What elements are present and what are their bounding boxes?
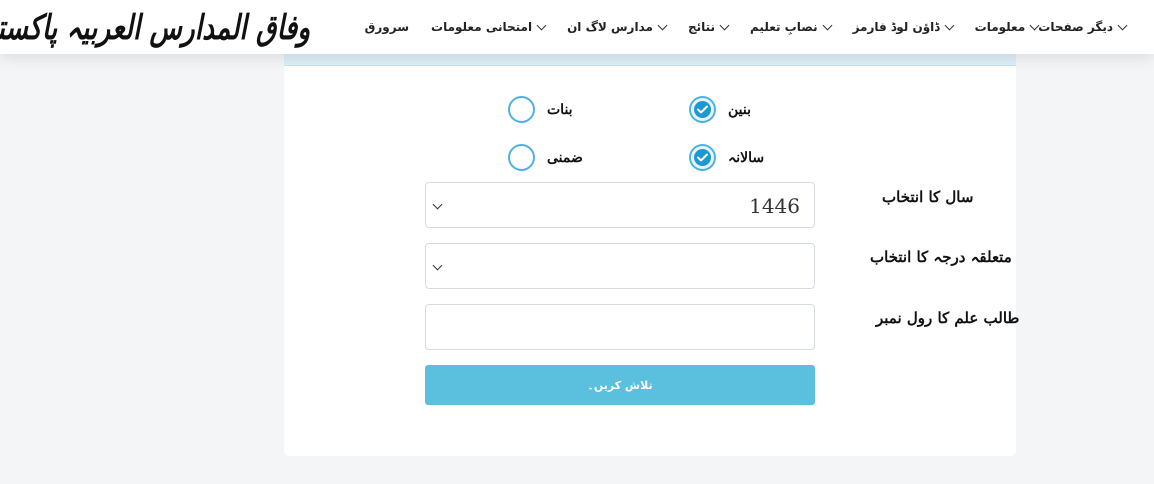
nav-label: ڈاؤن لوڈ فارمز: [852, 20, 940, 34]
radio-option-banin[interactable]: بنین: [689, 96, 751, 123]
site-header: وفاق المدارس العربیہ پاکستان سرورق امتحا…: [0, 0, 1154, 54]
main-nav: سرورق امتحانی معلومات مدارس لاگ ان نتائج…: [343, 0, 1128, 54]
nav-item-other-pages[interactable]: دیگر صفحات: [1038, 20, 1128, 34]
radio-label: بنین: [728, 101, 752, 118]
nav-item-syllabus[interactable]: نصابِ تعلیم: [750, 20, 833, 34]
chevron-down-icon: [536, 20, 547, 30]
radio-label: بنات: [547, 101, 573, 118]
roll-number-label: طالب علم کا رول نمبر: [876, 309, 1020, 327]
nav-label: دیگر صفحات: [1038, 20, 1113, 34]
check-icon: [694, 101, 711, 118]
chevron-down-icon: [432, 199, 443, 210]
chevron-down-icon: [1029, 20, 1040, 30]
radio-label: ضمنی: [547, 149, 583, 166]
nav-item-madaris-login[interactable]: مدارس لاگ ان: [567, 20, 668, 34]
radio-checked[interactable]: [689, 144, 716, 171]
roll-number-input[interactable]: [426, 305, 814, 349]
nav-label: نصابِ تعلیم: [750, 20, 818, 34]
radio-unchecked[interactable]: [508, 144, 535, 171]
result-search-card: بنین بنات سالانہ ضمنی سال کا انتخاب 1446…: [284, 54, 1020, 456]
nav-item-exam-info[interactable]: امتحانی معلومات: [431, 20, 547, 34]
radio-unchecked[interactable]: [508, 96, 535, 123]
radio-option-annual[interactable]: سالانہ: [689, 144, 764, 171]
nav-item-download-forms[interactable]: ڈاؤن لوڈ فارمز: [852, 20, 955, 34]
check-icon: [694, 149, 711, 166]
grade-label: متعلقہ درجہ کا انتخاب: [870, 248, 1012, 266]
logo-text: وفاق المدارس العربیہ پاکستان: [0, 7, 311, 48]
chevron-down-icon: [432, 260, 443, 271]
card-top-bar: [284, 54, 1016, 66]
grade-select[interactable]: [425, 243, 815, 289]
chevron-down-icon: [719, 20, 730, 30]
year-value: 1446: [749, 194, 800, 218]
year-label: سال کا انتخاب: [882, 188, 974, 206]
search-button[interactable]: تلاش کریں۔: [425, 365, 815, 405]
radio-checked[interactable]: [689, 96, 716, 123]
site-logo[interactable]: وفاق المدارس العربیہ پاکستان: [0, 4, 311, 50]
chevron-down-icon: [944, 20, 955, 30]
year-select[interactable]: 1446: [425, 182, 815, 228]
radio-option-supplementary[interactable]: ضمنی: [508, 144, 583, 171]
nav-label: معلومات: [974, 20, 1026, 34]
nav-label: سرورق: [364, 20, 410, 34]
nav-item-home[interactable]: سرورق: [365, 20, 409, 34]
radio-label: سالانہ: [728, 149, 765, 166]
nav-label: امتحانی معلومات: [431, 20, 533, 34]
nav-item-information[interactable]: معلومات: [974, 20, 1040, 34]
chevron-down-icon: [1117, 20, 1128, 30]
nav-item-results[interactable]: نتائج: [687, 20, 730, 34]
nav-label: نتائج: [687, 20, 716, 34]
nav-label: مدارس لاگ ان: [567, 20, 653, 34]
chevron-down-icon: [822, 20, 833, 30]
radio-option-banat[interactable]: بنات: [508, 96, 573, 123]
chevron-down-icon: [657, 20, 668, 30]
roll-number-field[interactable]: [425, 304, 815, 350]
